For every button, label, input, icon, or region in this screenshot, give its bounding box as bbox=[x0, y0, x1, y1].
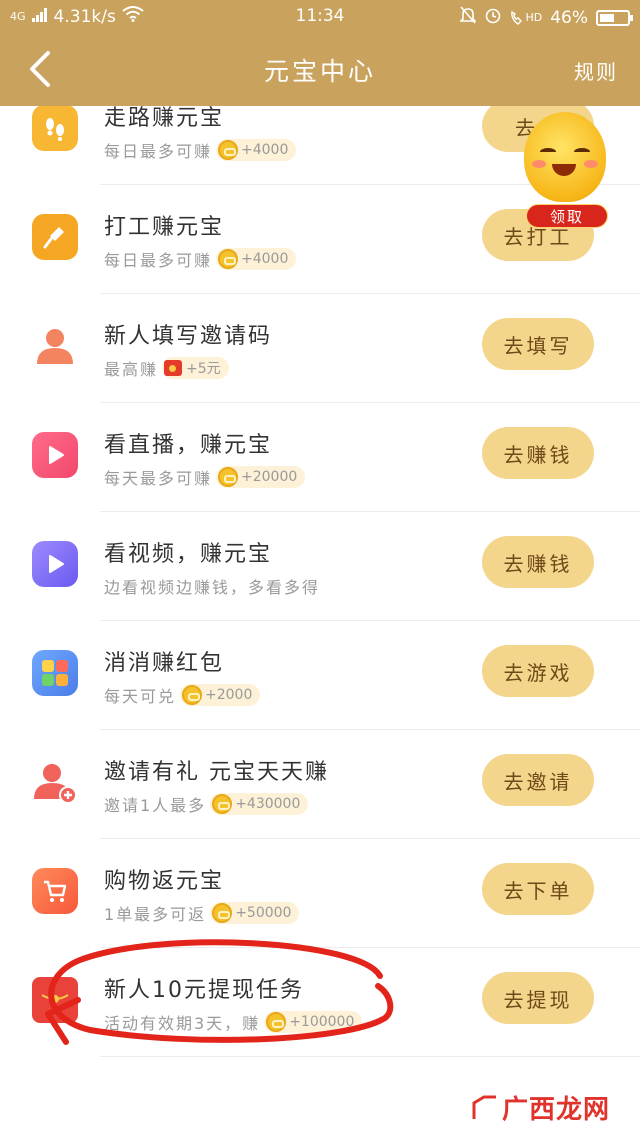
task-desc-text: 边看视频边赚钱，多看多得 bbox=[104, 578, 321, 597]
task-desc-text: 最高赚 bbox=[104, 360, 159, 379]
task-desc: 每天最多可赚 +20000 bbox=[104, 465, 306, 489]
coin-icon bbox=[218, 467, 239, 487]
task-desc: 每日最多可赚 +4000 bbox=[104, 247, 297, 271]
task-desc: 最高赚 +5元 bbox=[104, 356, 229, 380]
red-envelope-icon bbox=[32, 977, 78, 1023]
task-name: 看直播，赚元宝 bbox=[104, 433, 273, 458]
go-button[interactable]: 去邀请 bbox=[482, 754, 594, 806]
divider bbox=[100, 1056, 640, 1057]
claim-badge[interactable]: 领取 bbox=[526, 204, 608, 228]
coin-icon bbox=[182, 685, 203, 705]
watermark-logo-icon bbox=[472, 1095, 496, 1119]
coin-icon bbox=[266, 1012, 287, 1032]
reward-value: +50000 bbox=[235, 905, 292, 921]
task-row-shopping: 购物返元宝 1单最多可返 +50000 去下单 bbox=[0, 839, 640, 948]
smiley-mascot-icon bbox=[524, 112, 606, 202]
go-button[interactable]: 去填写 bbox=[482, 318, 594, 370]
task-name: 打工赚元宝 bbox=[104, 215, 225, 240]
reward-badge: +4000 bbox=[216, 139, 297, 161]
task-name: 购物返元宝 bbox=[104, 869, 225, 894]
reward-value: +4000 bbox=[241, 251, 289, 267]
mascot-eye bbox=[574, 148, 590, 156]
task-row-video: 看视频，赚元宝 边看视频边赚钱，多看多得 去赚钱 bbox=[0, 512, 640, 621]
coin-icon bbox=[212, 903, 233, 923]
task-desc: 邀请1人最多 +430000 bbox=[104, 792, 309, 816]
mascot-eye bbox=[540, 148, 556, 156]
reward-value: +5元 bbox=[186, 361, 221, 377]
reward-badge: +100000 bbox=[264, 1011, 363, 1033]
page-header: 元宝中心 规则 bbox=[0, 32, 640, 106]
mascot-cheek bbox=[584, 160, 598, 168]
reward-value: +430000 bbox=[235, 796, 301, 812]
task-desc: 活动有效期3天，赚 +100000 bbox=[104, 1010, 363, 1034]
rules-link[interactable]: 规则 bbox=[574, 56, 618, 85]
status-right: HD 46% bbox=[459, 6, 633, 29]
task-desc-text: 每天最多可赚 bbox=[104, 469, 213, 488]
task-name: 看视频，赚元宝 bbox=[104, 542, 273, 567]
coin-icon bbox=[218, 140, 239, 160]
play-icon bbox=[32, 432, 78, 478]
task-row-live: 看直播，赚元宝 每天最多可赚 +20000 去赚钱 bbox=[0, 403, 640, 512]
go-button[interactable]: 去下单 bbox=[482, 863, 594, 915]
hd-label: HD bbox=[525, 11, 543, 24]
coin-icon bbox=[218, 249, 239, 269]
go-button[interactable]: 去提现 bbox=[482, 972, 594, 1024]
reward-badge: +20000 bbox=[216, 466, 306, 488]
task-desc: 1单最多可返 +50000 bbox=[104, 901, 300, 925]
task-desc-text: 1单最多可返 bbox=[104, 905, 207, 924]
go-button[interactable]: 去赚钱 bbox=[482, 427, 594, 479]
puzzle-blocks-icon bbox=[32, 650, 78, 696]
mascot-mouth bbox=[552, 164, 576, 176]
task-desc-text: 每日最多可赚 bbox=[104, 251, 213, 270]
reward-badge: +5元 bbox=[162, 357, 229, 379]
task-name: 走路赚元宝 bbox=[104, 106, 225, 131]
task-name: 邀请有礼 元宝天天赚 bbox=[104, 760, 329, 785]
reward-badge: +50000 bbox=[210, 902, 300, 924]
add-person-icon bbox=[32, 759, 78, 805]
coin-icon bbox=[212, 794, 233, 814]
alarm-icon bbox=[484, 6, 502, 29]
reward-value: +100000 bbox=[289, 1014, 355, 1030]
task-name: 新人填写邀请码 bbox=[104, 324, 273, 349]
task-list: 走路赚元宝 每日最多可赚 +4000 去走 打工赚元宝 每日最多可赚 +4000… bbox=[0, 106, 640, 1061]
shovel-icon bbox=[32, 214, 78, 260]
watermark-text: 广西龙网 bbox=[501, 1095, 610, 1125]
task-desc-text: 每天可兑 bbox=[104, 687, 177, 706]
shopping-cart-icon bbox=[32, 868, 78, 914]
go-button[interactable]: 去游戏 bbox=[482, 645, 594, 697]
mascot-cheek bbox=[532, 160, 546, 168]
reward-badge: +4000 bbox=[216, 248, 297, 270]
reward-badge: +2000 bbox=[180, 684, 261, 706]
task-row-invite-code: 新人填写邀请码 最高赚 +5元 去填写 bbox=[0, 294, 640, 403]
page-title: 元宝中心 bbox=[263, 57, 376, 86]
task-name: 新人10元提现任务 bbox=[104, 978, 304, 1003]
task-desc-text: 邀请1人最多 bbox=[104, 796, 207, 815]
go-button[interactable]: 去赚钱 bbox=[482, 536, 594, 588]
status-bar: 4G 4.31k/s 11:34 HD 46% bbox=[0, 0, 640, 32]
task-desc: 每天可兑 +2000 bbox=[104, 683, 261, 707]
task-row-newbie-withdraw: 新人10元提现任务 活动有效期3天，赚 +100000 去提现 bbox=[0, 948, 640, 1057]
call-hd-icon: HD bbox=[510, 10, 542, 26]
task-desc-text: 每日最多可赚 bbox=[104, 142, 213, 161]
task-desc-text: 活动有效期3天，赚 bbox=[104, 1014, 261, 1033]
person-icon bbox=[32, 323, 78, 369]
task-desc: 每日最多可赚 +4000 bbox=[104, 138, 297, 162]
battery-level: 46% bbox=[550, 7, 588, 28]
footprint-icon bbox=[32, 106, 78, 151]
reward-badge: +430000 bbox=[210, 793, 309, 815]
battery-icon bbox=[596, 9, 633, 26]
mute-bell-icon bbox=[459, 6, 478, 29]
task-row-invite-friends: 邀请有礼 元宝天天赚 邀请1人最多 +430000 去邀请 bbox=[0, 730, 640, 839]
reward-value: +20000 bbox=[241, 469, 298, 485]
reward-value: +4000 bbox=[241, 142, 289, 158]
reward-value: +2000 bbox=[205, 687, 253, 703]
floating-reward-mascot[interactable]: 领取 bbox=[520, 112, 612, 232]
red-envelope-icon bbox=[164, 360, 183, 376]
task-name: 消消赚红包 bbox=[104, 651, 225, 676]
task-desc: 边看视频边赚钱，多看多得 bbox=[104, 574, 320, 598]
play-icon bbox=[32, 541, 78, 587]
watermark: 广西龙网 bbox=[470, 1089, 610, 1126]
task-row-match-game: 消消赚红包 每天可兑 +2000 去游戏 bbox=[0, 621, 640, 730]
